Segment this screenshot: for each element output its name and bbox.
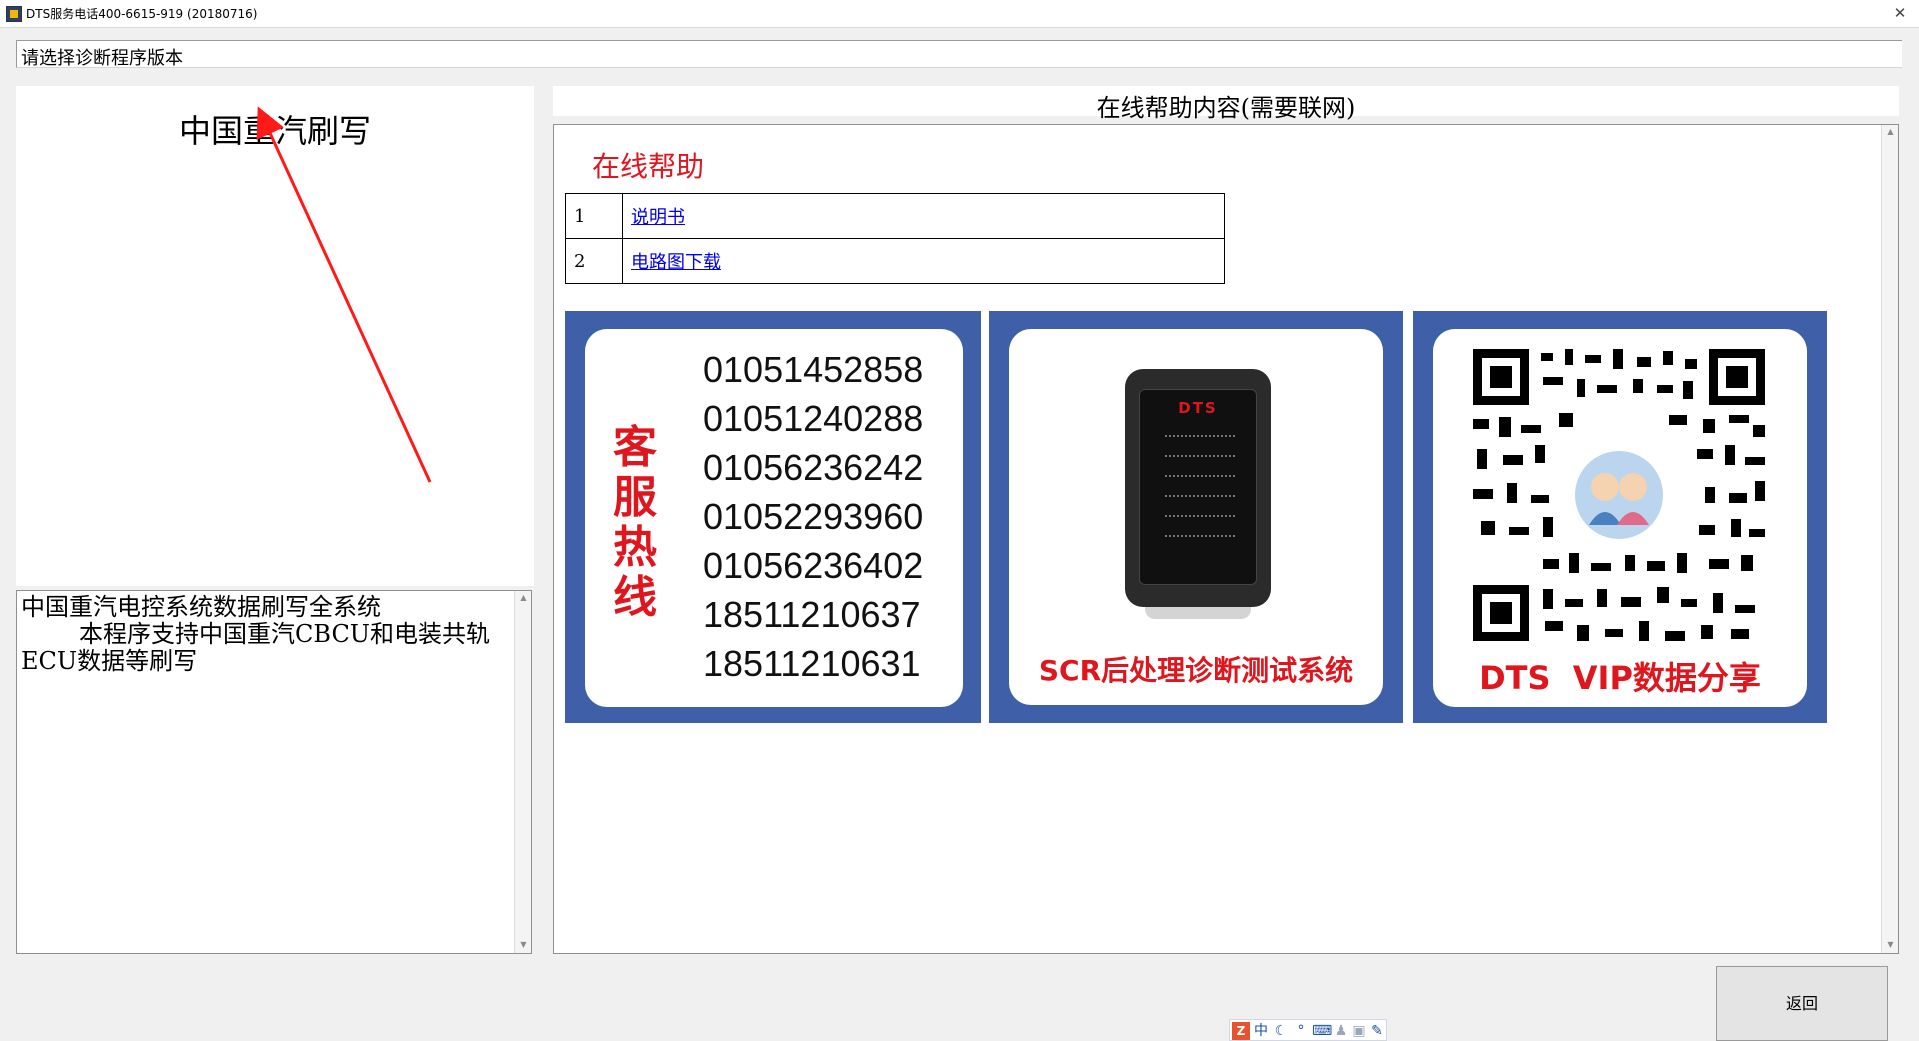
moon-icon[interactable]: ☾ (1272, 1022, 1290, 1040)
qr-code-image (1473, 349, 1765, 641)
row-number: 2 (565, 238, 623, 284)
description-scrollbar[interactable]: ▲ ▼ (514, 591, 531, 953)
wrench-icon[interactable]: ✎ (1368, 1022, 1386, 1040)
scroll-up-icon[interactable]: ▲ (1882, 125, 1899, 139)
phone-number: 18511210631 (703, 643, 921, 684)
link-cell: 电路图下载 (622, 238, 1225, 284)
program-description[interactable]: 中国重汽电控系统数据刷写全系统 本程序支持中国重汽CBCU和电装共轨ECU数据等… (16, 590, 532, 954)
device-brand: DTS (1178, 399, 1218, 417)
hotline-char: 线 (613, 572, 657, 623)
description-title: 中国重汽电控系统数据刷写全系统 (21, 593, 381, 621)
hotline-char: 热 (613, 522, 657, 573)
help-content-scrollbar[interactable]: ▲ ▼ (1881, 125, 1898, 953)
phone-number: 01056236402 (703, 545, 924, 586)
hotline-char: 服 (613, 472, 657, 523)
qr-banner: DTS VIP数据分享 (1413, 311, 1827, 723)
hotline-title: 客 服 热 线 (605, 423, 665, 623)
hotline-banner: 客 服 热 线 01051452858 01051240288 01056236… (565, 311, 981, 723)
device-banner: DTS SCR后处理诊断测试系统 (989, 311, 1403, 723)
device-caption: SCR后处理诊断测试系统 (1038, 654, 1354, 687)
circuit-diagram-download-link[interactable]: 电路图下载 (631, 252, 721, 273)
manual-link[interactable]: 说明书 (631, 207, 685, 228)
phone-number: 18511210637 (703, 594, 921, 635)
dts-device-image: DTS (1125, 369, 1271, 619)
help-header: 在线帮助内容(需要联网) (553, 86, 1899, 122)
help-header-title: 在线帮助内容(需要联网) (1096, 94, 1356, 122)
scroll-up-icon[interactable]: ▲ (515, 591, 532, 605)
scroll-down-icon[interactable]: ▼ (515, 938, 532, 952)
help-content-panel: 在线帮助 1 说明书 2 电路图下载 客 服 热 线 01051452858 0… (553, 124, 1899, 954)
program-list-panel: 中国重汽刷写 (16, 86, 534, 586)
table-row: 2 电路图下载 (565, 238, 1225, 284)
annotation-arrow (256, 106, 432, 483)
phone-number: 01051240288 (703, 398, 924, 439)
row-number: 1 (565, 193, 623, 239)
phone-number: 01056236242 (703, 447, 924, 488)
help-links-table: 1 说明书 2 电路图下载 (565, 193, 1225, 284)
close-icon[interactable]: ✕ (1886, 2, 1914, 24)
description-body: 本程序支持中国重汽CBCU和电装共轨ECU数据等刷写 (21, 620, 491, 675)
hotline-card: 客 服 热 线 01051452858 01051240288 01056236… (585, 329, 963, 707)
ime-toolbar[interactable]: Z 中 ☾ ° ⌨ ♟ ▣ ✎ (1229, 1019, 1387, 1041)
table-row: 1 说明书 (565, 193, 1225, 239)
ime-logo-icon[interactable]: Z (1232, 1022, 1250, 1040)
hotline-char: 客 (613, 422, 657, 473)
phone-number: 01052293960 (703, 496, 924, 537)
device-card: DTS SCR后处理诊断测试系统 (1009, 329, 1383, 705)
ime-mode[interactable]: 中 (1252, 1022, 1270, 1040)
help-heading: 在线帮助 (592, 150, 705, 183)
user-icon[interactable]: ♟ (1332, 1022, 1350, 1040)
back-button[interactable]: 返回 (1716, 966, 1888, 1041)
keyboard-icon[interactable]: ⌨ (1312, 1022, 1332, 1040)
link-cell: 说明书 (622, 193, 1225, 239)
punctuation-icon[interactable]: ° (1292, 1022, 1310, 1040)
version-select-bar[interactable]: 请选择诊断程序版本 (16, 40, 1902, 69)
shirt-icon[interactable]: ▣ (1350, 1022, 1368, 1040)
phone-number: 01051452858 (703, 349, 924, 390)
scroll-down-icon[interactable]: ▼ (1882, 938, 1899, 952)
version-select-label: 请选择诊断程序版本 (21, 48, 183, 69)
qr-card: DTS VIP数据分享 (1433, 329, 1807, 707)
phone-list: 01051452858 01051240288 01056236242 0105… (703, 345, 923, 688)
title-bar: DTS服务电话400-6615-919 (20180716) ✕ (0, 0, 1919, 28)
window-title: DTS服务电话400-6615-919 (20180716) (26, 7, 258, 21)
qr-caption: DTS VIP数据分享 (1479, 659, 1761, 697)
app-icon (6, 6, 22, 22)
